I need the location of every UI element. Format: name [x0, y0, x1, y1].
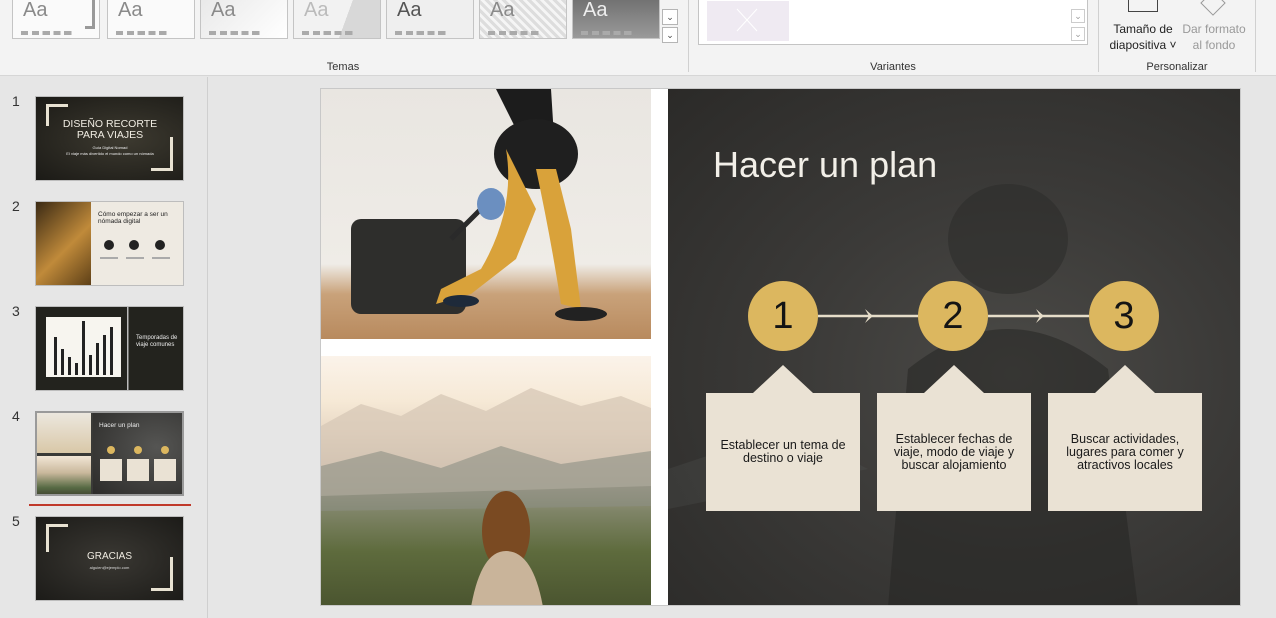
step-card-3[interactable]: Buscar actividades, lugares para comer y…	[1048, 393, 1202, 511]
slides-panel[interactable]: 1 2 3 4 5 DISEÑO RECORTE PARA VIAJES Guí…	[0, 77, 208, 618]
step-card-2[interactable]: Establecer fechas de viaje, modo de viaj…	[877, 393, 1031, 511]
ribbon-divider	[688, 0, 689, 72]
variants-scroll-icon[interactable]: ⌄	[1071, 9, 1085, 23]
ribbon-divider	[1255, 0, 1256, 72]
card-pointer	[753, 365, 813, 393]
theme-sample-text: Aa	[397, 0, 422, 21]
step-card-1[interactable]: Establecer un tema de destino o viaje	[706, 393, 860, 511]
slide-thumbnail-3[interactable]: Temporadas de viaje comunes	[35, 306, 184, 391]
ribbon: Aa Aa Aa Aa Aa Aa Aa ⌄ ⌄ Temas ⌄ ⌄ Varia…	[0, 0, 1276, 76]
format-background-label-1: Dar formato	[1182, 22, 1246, 36]
slide-size-icon	[1128, 0, 1158, 12]
slide-number: 4	[12, 408, 20, 424]
thumb-title: DISEÑO RECORTE PARA VIAJES	[62, 118, 158, 141]
theme-sample-text: Aa	[118, 0, 143, 21]
gallery-scroll-down-icon[interactable]: ⌄	[662, 9, 678, 25]
slide-number: 3	[12, 303, 20, 319]
theme-thumbnail-6[interactable]: Aa	[479, 0, 567, 39]
thumb-subtitle: Guía Digital Nomad	[92, 145, 128, 150]
step-circle-1[interactable]: 1	[748, 281, 818, 351]
variants-more-icon[interactable]: ⌄	[1071, 27, 1085, 41]
theme-sample-text: Aa	[211, 0, 236, 21]
thumb-title: GRACIAS	[86, 551, 132, 562]
step-circle-3[interactable]: 3	[1089, 281, 1159, 351]
variants-gallery[interactable]: ⌄ ⌄	[698, 0, 1088, 45]
format-background-button[interactable]: Dar formato al fondo	[1178, 0, 1250, 56]
gallery-more-icon[interactable]: ⌄	[662, 27, 678, 43]
slide-number: 5	[12, 513, 20, 529]
thumb-title: Hacer un plan	[99, 422, 140, 429]
slide-size-label-1: Tamaño de	[1113, 22, 1173, 36]
slide-thumbnail-4[interactable]: Hacer un plan	[35, 411, 184, 496]
theme-thumbnail-5[interactable]: Aa	[386, 0, 474, 39]
theme-thumbnail-2[interactable]: Aa	[107, 0, 195, 39]
theme-thumbnail-1[interactable]: Aa	[12, 0, 100, 39]
theme-thumbnail-4[interactable]: Aa	[293, 0, 381, 39]
slide-number: 2	[12, 198, 20, 214]
slide-thumbnail-2[interactable]: Cómo empezar a ser un nómada digital	[35, 201, 184, 286]
format-background-label-2: al fondo	[1192, 38, 1236, 52]
card-pointer	[1095, 365, 1155, 393]
group-label-customize: Personalizar	[1146, 61, 1208, 73]
card-pointer	[924, 365, 984, 393]
slide-size-button[interactable]: Tamaño de diapositiva ˅	[1104, 0, 1182, 56]
thumb-subtitle: alguien@ejemplo.com	[89, 565, 130, 570]
format-background-icon	[1200, 0, 1226, 16]
slide-number: 1	[12, 93, 20, 109]
step-circle-2[interactable]: 2	[918, 281, 988, 351]
theme-thumbnail-7[interactable]: Aa	[572, 0, 660, 39]
variant-thumbnail[interactable]	[707, 1, 789, 41]
group-label-variants: Variantes	[870, 61, 916, 73]
slide-thumbnail-1[interactable]: DISEÑO RECORTE PARA VIAJES Guía Digital …	[35, 96, 184, 181]
slide-thumbnail-5[interactable]: GRACIAS alguien@ejemplo.com	[35, 516, 184, 601]
thumb-subtitle: El viaje más divertido el mundo como un …	[66, 151, 154, 156]
theme-sample-text: Aa	[304, 0, 329, 21]
slide-canvas[interactable]: Hacer un plan 1 2 3 Establecer un tema d…	[320, 88, 1241, 606]
group-label-themes: Temas	[326, 61, 360, 73]
theme-sample-text: Aa	[490, 0, 515, 21]
theme-sample-text: Aa	[23, 0, 48, 21]
theme-sample-text: Aa	[583, 0, 608, 21]
thumb-title: Temporadas de viaje comunes	[136, 335, 178, 348]
slide-size-label-2: diapositiva ˅	[1109, 38, 1177, 52]
ribbon-divider	[1098, 0, 1099, 72]
insertion-marker	[29, 504, 191, 506]
thumb-title: Cómo empezar a ser un nómada digital	[98, 211, 168, 225]
theme-thumbnail-3[interactable]: Aa	[200, 0, 288, 39]
